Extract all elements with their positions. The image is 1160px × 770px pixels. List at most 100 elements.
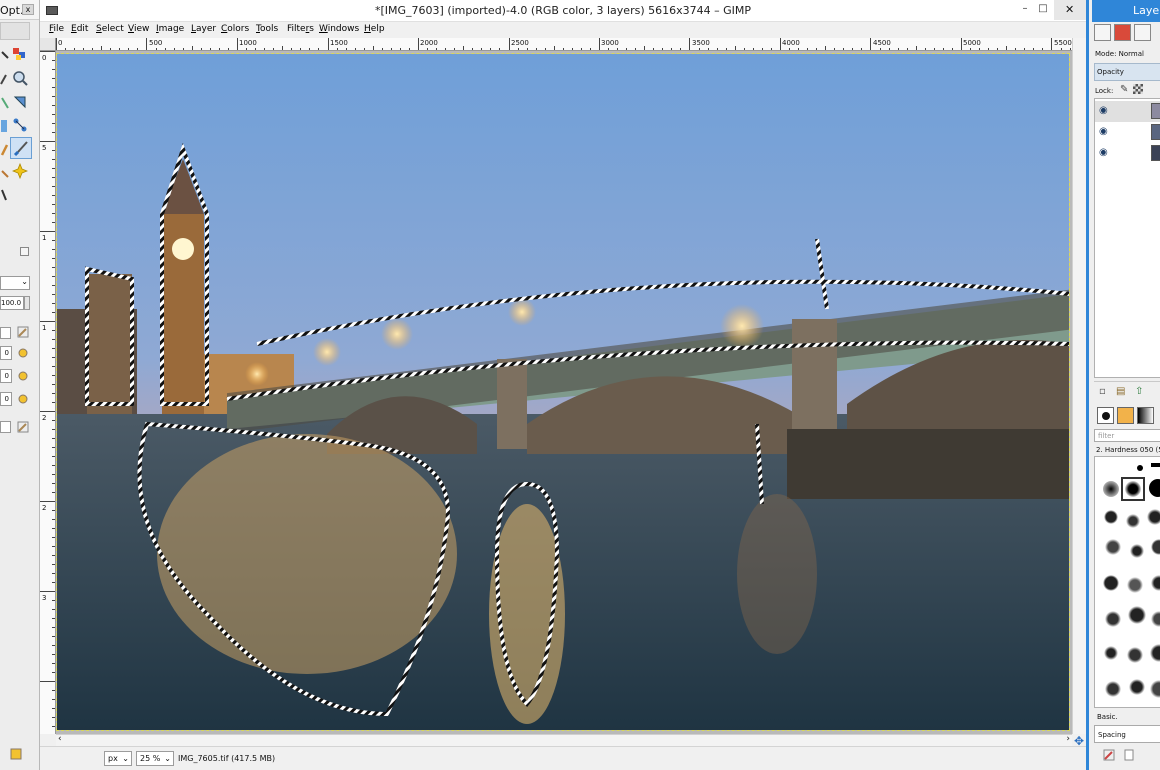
ruler-label: 2 [42,504,47,512]
aspect-field[interactable]: 0 [0,369,12,383]
eye-icon[interactable]: ◉ [1099,126,1108,137]
brush-item[interactable] [1103,481,1119,497]
ruler-label: 5000 [963,39,981,47]
image-canvas[interactable] [56,53,1070,731]
menu-help[interactable]: Help [364,24,385,34]
ruler-corner-button[interactable] [40,38,56,51]
ruler-label: 1000 [239,39,257,47]
reset-angle-icon[interactable] [17,393,29,405]
edit-dynamics-icon[interactable] [17,421,29,433]
ruler-tick [40,231,55,232]
lock-label: Lock: [1095,87,1114,95]
layers-scrollbar[interactable] [1094,374,1160,382]
brush-name: 2. Hardness 050 (51 × 51) [1096,446,1160,454]
vertical-scrollbar[interactable] [1072,38,1086,734]
paintbrush-tool-button[interactable] [10,137,32,159]
mode-label[interactable]: Mode: Normal [1095,50,1144,58]
mode-select[interactable]: ⌄ [0,276,30,290]
lock-alpha-icon[interactable] [1133,84,1143,94]
menu-file[interactable]: File [49,24,64,34]
new-brush-icon[interactable] [1123,749,1135,761]
ruler-label: 2000 [420,39,438,47]
paintbrush-icon [13,141,28,157]
chevron-down-icon: ⌄ [122,754,129,763]
menu-filters[interactable]: Filters [287,24,314,34]
lock-pixels-icon[interactable]: ✎ [1120,84,1128,95]
menu-tools[interactable]: Tools [256,24,278,34]
ruler-tick [40,501,55,502]
reset-aspect-icon[interactable] [17,370,29,382]
angle-field[interactable]: 0 [0,392,12,406]
brush-filter-input[interactable]: filter [1094,429,1160,442]
menu-image[interactable]: Image [156,24,184,34]
layer-row[interactable]: ◉ [1095,101,1160,122]
unit-select[interactable]: px ⌄ [104,751,132,766]
layer-row[interactable]: ◉ [1095,143,1160,164]
ruler-tick [961,38,962,50]
menu-layer[interactable]: Layer [191,24,216,34]
color-tool-icon[interactable] [12,46,28,62]
brush-item[interactable] [1137,465,1143,471]
heal-tool-icon[interactable] [12,163,28,179]
opacity-label: Opacity [1097,68,1124,76]
eye-icon[interactable]: ◉ [1099,147,1108,158]
opacity-slider[interactable]: Opacity [1094,63,1160,81]
size-field[interactable]: 0 [0,346,12,360]
restore-options-icon[interactable] [10,748,22,760]
toolbox-close-button[interactable]: x [22,4,34,15]
brushes-grid[interactable] [1094,456,1160,708]
scroll-right-icon[interactable]: › [1066,734,1070,744]
text-tool-icon[interactable] [0,188,16,204]
ruler-tick [40,681,55,682]
eye-icon[interactable]: ◉ [1099,105,1108,116]
maximize-button[interactable]: □ [1036,2,1050,16]
dock-title-bar: Layers [1092,0,1160,22]
brush-item[interactable] [1151,463,1160,467]
gradients-tab-icon[interactable] [1137,407,1154,424]
edit-brush-icon[interactable] [17,326,29,338]
scroll-left-icon[interactable]: ‹ [58,734,62,744]
image-window: *[IMG_7603] (imported)-4.0 (RGB color, 3… [40,0,1086,770]
ruler-label: 3 [42,594,47,602]
opacity-field[interactable]: 100.0 [0,296,24,310]
menu-view[interactable]: View [128,24,149,34]
toolbox-tab[interactable] [0,22,30,40]
tool-options-menu-button[interactable] [20,247,29,256]
close-button[interactable]: ✕ [1054,0,1086,20]
ruler-tick [40,591,55,592]
paths-tool-icon[interactable] [12,117,28,133]
zoom-tool-icon[interactable] [12,70,28,86]
patterns-tab-icon[interactable] [1117,407,1134,424]
paths-tab-icon[interactable] [1134,24,1151,41]
ruler-label: 0 [58,39,63,47]
horizontal-scrollbar[interactable]: ‹ › [56,734,1072,746]
brush-preview[interactable] [0,327,11,339]
folder-icon[interactable]: ▤ [1116,386,1125,397]
horizontal-ruler[interactable]: 0 500 1000 1500 2000 2500 3000 3500 4000 4500 5000… [56,38,1072,51]
zoom-select[interactable]: 25 % ⌄ [136,751,174,766]
minimize-button[interactable]: – [1018,2,1032,16]
dynamics-preview[interactable] [0,421,11,433]
brushes-tab-icon[interactable] [1097,407,1114,424]
menu-edit[interactable]: Edit [71,24,88,34]
spacing-slider[interactable]: Spacing [1094,725,1160,743]
ruler-tick [418,38,419,50]
raise-layer-icon[interactable]: ⇧ [1135,386,1143,397]
transform-tool-icon[interactable] [12,94,28,110]
menu-colors[interactable]: Colors [221,24,249,34]
brush-item-selected[interactable] [1121,477,1145,501]
opacity-spinner[interactable] [24,296,30,310]
new-layer-icon[interactable]: ▫ [1099,386,1106,397]
layer-thumbnail [1151,145,1160,161]
vertical-ruler[interactable]: 0 5 1 1 2 2 3 [40,51,56,734]
channels-tab-icon[interactable] [1114,24,1131,41]
edit-brush-icon[interactable] [1103,749,1115,761]
layer-row[interactable]: ◉ [1095,122,1160,143]
layers-tab-icon[interactable] [1094,24,1111,41]
brush-item[interactable] [1149,479,1160,497]
reset-size-icon[interactable] [17,347,29,359]
menu-windows[interactable]: Windows [319,24,359,34]
ruler-tick [40,51,55,52]
menu-select[interactable]: Select [96,24,124,34]
brush-item[interactable] [1101,507,1160,707]
